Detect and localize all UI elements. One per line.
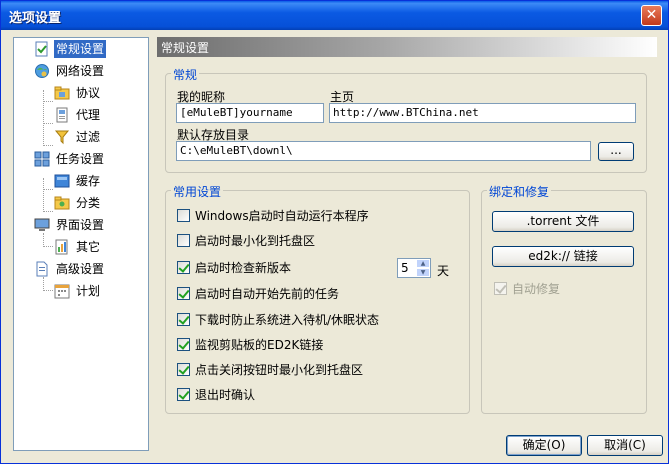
- ok-button[interactable]: 确定(O): [506, 435, 582, 456]
- bind-torrent-button[interactable]: .torrent 文件: [492, 211, 634, 232]
- tree-item-label: 高级设置: [56, 262, 105, 276]
- panel-header-title: 常规设置: [161, 41, 210, 55]
- protocol-icon: [54, 86, 70, 100]
- tree-item-label: 常规设置: [54, 40, 107, 58]
- category-icon: [54, 196, 70, 210]
- tree-item-label: 分类: [76, 196, 101, 210]
- nickname-input[interactable]: [eMuleBT]yourname: [176, 103, 324, 123]
- option-label: 启动时自动开始先前的任务: [195, 287, 340, 301]
- bind-group-title: 绑定和修复: [487, 183, 552, 200]
- advanced-icon: [36, 261, 48, 277]
- options-dialog: 选项设置 ✕ 常规设置 网络设置 协议 代理 过滤 任务设置 缓存 分类 界面设…: [0, 0, 669, 464]
- start-minimized-checkbox[interactable]: [177, 234, 190, 247]
- autofix-checkbox: [494, 282, 507, 295]
- title-bar[interactable]: 选项设置 ✕: [1, 1, 668, 30]
- close-to-tray-checkbox[interactable]: [177, 363, 190, 376]
- check-update-checkbox[interactable]: [177, 261, 190, 274]
- window-title: 选项设置: [9, 11, 62, 26]
- bind-ed2k-button[interactable]: ed2k:// 链接: [492, 246, 634, 267]
- option-label: 监视剪贴板的ED2K链接: [195, 338, 324, 352]
- close-icon: ✕: [645, 7, 658, 23]
- update-days-stepper[interactable]: 5 ▲ ▼: [397, 258, 431, 278]
- homepage-input[interactable]: http://www.BTChina.net: [329, 103, 636, 123]
- task-icon: [34, 151, 50, 167]
- option-label: 退出时确认: [195, 388, 256, 402]
- close-button[interactable]: ✕: [641, 5, 662, 26]
- update-days-unit: 天: [437, 264, 450, 278]
- tree-item-label: 过滤: [76, 130, 101, 144]
- cancel-button[interactable]: 取消(C): [587, 435, 663, 456]
- option-label: Windows启动时自动运行本程序: [195, 209, 369, 223]
- resume-tasks-checkbox[interactable]: [177, 287, 190, 300]
- tree-item-label: 协议: [76, 86, 101, 100]
- tree-item-label: 网络设置: [56, 64, 105, 78]
- browse-button[interactable]: ...: [598, 142, 634, 161]
- check-doc-icon: [35, 41, 48, 57]
- settings-tree[interactable]: 常规设置 网络设置 协议 代理 过滤 任务设置 缓存 分类 界面设置 其它 高级…: [13, 37, 149, 451]
- settings-panel: 常规设置 常规 我的昵称 [eMuleBT]yourname 主页 http:/…: [157, 37, 663, 456]
- filter-icon: [54, 130, 70, 145]
- autostart-checkbox[interactable]: [177, 209, 190, 222]
- spin-down-icon[interactable]: ▼: [416, 268, 430, 277]
- tree-item-label: 其它: [76, 240, 101, 254]
- confirm-exit-checkbox[interactable]: [177, 388, 190, 401]
- update-days-value: 5: [401, 261, 409, 275]
- monitor-icon: [34, 218, 50, 231]
- monitor-clipboard-checkbox[interactable]: [177, 338, 190, 351]
- tree-item-label: 缓存: [76, 174, 101, 188]
- cache-icon: [54, 174, 70, 188]
- tree-item-label: 计划: [76, 284, 101, 298]
- option-label: 启动时最小化到托盘区: [195, 234, 316, 248]
- proxy-icon: [56, 107, 68, 123]
- spin-up-icon[interactable]: ▲: [416, 259, 430, 268]
- prevent-sleep-checkbox[interactable]: [177, 313, 190, 326]
- network-icon: [35, 64, 49, 78]
- option-label: 自动修复: [512, 282, 561, 296]
- tree-item-label: 界面设置: [56, 218, 105, 232]
- option-label: 启动时检查新版本: [195, 261, 292, 275]
- tree-item-label: 代理: [76, 108, 101, 122]
- common-group-title: 常用设置: [171, 183, 224, 200]
- other-icon: [55, 239, 68, 255]
- tree-item-label: 任务设置: [56, 152, 105, 166]
- option-label: 点击关闭按钮时最小化到托盘区: [195, 363, 364, 377]
- download-dir-input[interactable]: C:\eMuleBT\downl\: [176, 141, 591, 161]
- schedule-icon: [54, 284, 70, 299]
- panel-header: 常规设置: [157, 37, 657, 57]
- option-label: 下载时防止系统进入待机/休眠状态: [195, 313, 380, 327]
- general-group-title: 常规: [171, 66, 200, 83]
